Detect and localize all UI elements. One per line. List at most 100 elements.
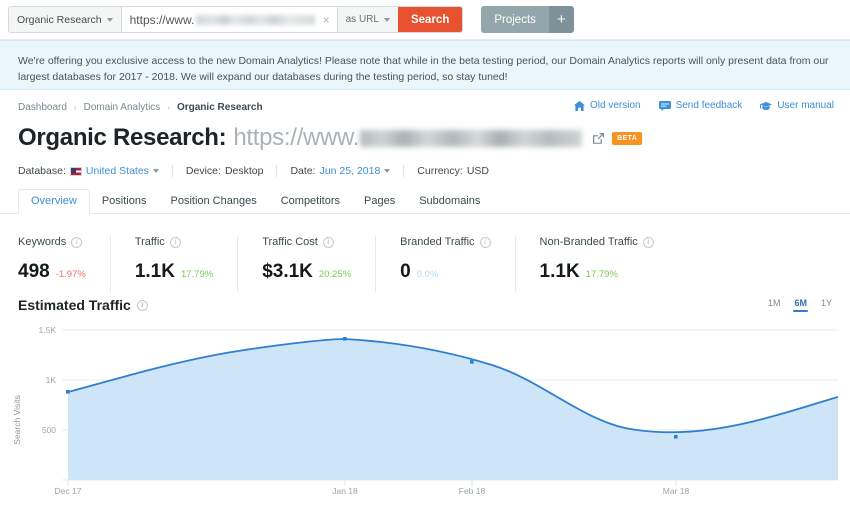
user-manual-link[interactable]: User manual — [760, 100, 834, 111]
kpi-label: Non-Branded Traffic — [539, 236, 638, 248]
info-icon[interactable]: i — [322, 236, 334, 248]
kpi-value-row: 1.1K 17.79% — [135, 261, 213, 283]
data-point — [674, 435, 678, 439]
home-icon — [574, 100, 585, 111]
y-tick-500: 500 — [42, 425, 56, 435]
old-version-label: Old version — [590, 100, 641, 111]
page-title-url: https://www. — [233, 124, 360, 151]
kpi-branded-traffic: Branded Traffic i 0 0.0% — [400, 236, 516, 292]
info-icon[interactable]: i — [479, 236, 491, 248]
date-value: Jun 25, 2018 — [319, 165, 381, 177]
beta-badge: BETA — [612, 131, 643, 145]
kpi-header: Traffic i — [135, 236, 213, 248]
send-feedback-link[interactable]: Send feedback — [658, 100, 742, 111]
range-1y[interactable]: 1Y — [821, 298, 832, 312]
device-value: Desktop — [224, 165, 264, 177]
x-tick-jan-18: Jan 18 — [332, 486, 358, 496]
kpi-value: 1.1K — [539, 261, 580, 282]
kpi-traffic: Traffic i 1.1K 17.79% — [135, 236, 239, 292]
projects-group: Projects + — [481, 6, 574, 33]
database-select[interactable]: United States — [69, 165, 159, 177]
kpi-header: Keywords i — [18, 236, 86, 248]
chart-area-fill — [68, 339, 838, 480]
page-header: Dashboard › Domain Analytics › Organic R… — [0, 90, 850, 179]
search-button[interactable]: Search — [397, 7, 463, 32]
report-tabs: Overview Positions Position Changes Comp… — [0, 189, 850, 214]
kpi-row: Keywords i 498 -1.97% Traffic i 1.1K 17.… — [0, 214, 850, 292]
search-input[interactable]: https://www. × — [121, 7, 337, 32]
kpi-value: 0 — [400, 261, 411, 282]
kpi-delta: 0.0% — [416, 269, 439, 280]
tab-competitors[interactable]: Competitors — [269, 195, 352, 213]
top-search-bar: Organic Research https://www. × as URL S… — [0, 0, 850, 40]
date-select[interactable]: Jun 25, 2018 — [320, 165, 391, 177]
breadcrumb-item-domain-analytics[interactable]: Domain Analytics — [84, 102, 161, 113]
kpi-value-row: 498 -1.97% — [18, 261, 86, 283]
add-project-button[interactable]: + — [548, 6, 574, 33]
breadcrumb-separator-icon: › — [167, 102, 170, 112]
page-title-label: Organic Research: — [18, 124, 227, 151]
report-type-select[interactable]: Organic Research — [9, 7, 122, 32]
chart-title: Estimated Traffic i — [18, 297, 148, 313]
chart-title-label: Estimated Traffic — [18, 297, 131, 313]
breadcrumb-item-dashboard[interactable]: Dashboard — [18, 102, 67, 113]
currency-field: Currency: USD — [417, 165, 502, 177]
x-tick-mar-18: Mar 18 — [663, 486, 690, 496]
kpi-header: Traffic Cost i — [262, 236, 351, 248]
date-label: Date: — [290, 165, 316, 177]
y-tick-1500: 1.5K — [39, 325, 57, 335]
data-point — [470, 360, 474, 364]
range-1m[interactable]: 1M — [768, 298, 781, 312]
kpi-keywords: Keywords i 498 -1.97% — [18, 236, 111, 292]
redacted-domain — [360, 129, 583, 147]
kpi-non-branded-traffic: Non-Branded Traffic i 1.1K 17.79% — [540, 236, 678, 292]
info-icon[interactable]: i — [71, 236, 83, 248]
kpi-delta: 17.79% — [585, 269, 618, 280]
redacted-domain — [196, 14, 315, 25]
database-field: Database: United States — [18, 165, 172, 177]
database-value: United States — [85, 165, 149, 177]
user-manual-label: User manual — [777, 100, 834, 111]
kpi-header: Non-Branded Traffic i — [540, 236, 654, 248]
kpi-delta: 20.25% — [318, 269, 352, 280]
y-tick-1000: 1K — [46, 375, 57, 385]
search-input-value: https://www. — [129, 12, 195, 27]
info-icon[interactable]: i — [642, 236, 654, 248]
kpi-label: Traffic Cost — [262, 236, 318, 248]
estimated-traffic-chart[interactable]: 1.5K 1K 500 Search Visits Dec 17 Jan 18 … — [0, 318, 850, 508]
info-icon[interactable]: i — [136, 299, 148, 311]
chart-header: Estimated Traffic i 1M 6M 1Y — [0, 292, 850, 318]
currency-label: Currency: — [417, 165, 463, 177]
report-meta: Database: United States Device: Desktop … — [18, 163, 832, 179]
external-link-icon[interactable] — [592, 124, 605, 152]
chevron-down-icon — [383, 17, 390, 22]
clear-icon[interactable]: × — [323, 14, 330, 26]
chevron-down-icon — [106, 17, 113, 22]
meta-divider — [276, 165, 278, 177]
chart-svg: 1.5K 1K 500 Search Visits Dec 17 Jan 18 … — [12, 325, 839, 496]
chart-x-axis: Dec 17 Jan 18 Feb 18 Mar 18 — [55, 480, 690, 496]
search-mode-label: as URL — [345, 14, 379, 25]
kpi-value: 1.1K — [134, 261, 175, 282]
tab-overview[interactable]: Overview — [18, 189, 90, 214]
breadcrumb-separator-icon: › — [73, 102, 77, 112]
range-6m[interactable]: 6M — [793, 298, 808, 312]
data-point — [66, 390, 70, 394]
tab-positions[interactable]: Positions — [90, 195, 159, 213]
tab-position-changes[interactable]: Position Changes — [158, 195, 268, 213]
beta-notice-banner: We're offering you exclusive access to t… — [0, 40, 850, 90]
chart-y-axis: 1.5K 1K 500 Search Visits — [12, 325, 56, 445]
kpi-value-row: 1.1K 17.79% — [540, 261, 654, 283]
projects-button[interactable]: Projects — [481, 6, 549, 33]
search-mode-select[interactable]: as URL — [336, 7, 398, 32]
tab-subdomains[interactable]: Subdomains — [407, 195, 492, 213]
old-version-link[interactable]: Old version — [574, 100, 641, 111]
x-tick-feb-18: Feb 18 — [459, 486, 486, 496]
kpi-delta: 17.79% — [180, 269, 214, 280]
kpi-label: Keywords — [18, 236, 67, 248]
page-title: Organic Research: https://www. BETA — [18, 122, 832, 154]
info-icon[interactable]: i — [169, 236, 181, 248]
search-group: Organic Research https://www. × as URL S… — [8, 6, 464, 33]
device-field: Device: Desktop — [186, 165, 277, 177]
tab-pages[interactable]: Pages — [352, 195, 407, 213]
